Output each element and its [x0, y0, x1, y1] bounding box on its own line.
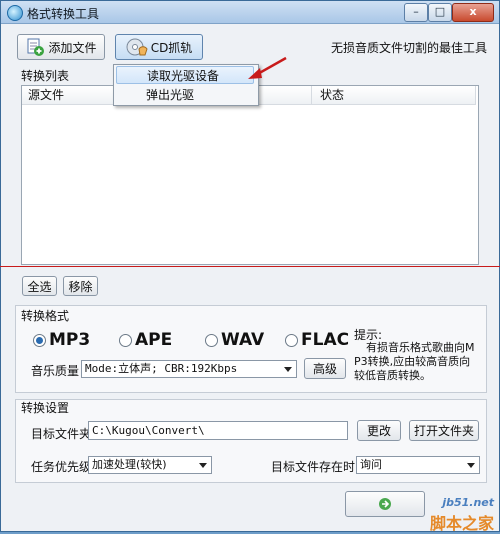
target-folder-input[interactable]: C:\Kugou\Convert\ — [88, 421, 348, 440]
settings-group-label: 转换设置 — [21, 401, 70, 415]
exists-label: 目标文件存在时 — [271, 460, 356, 474]
radio-ape[interactable] — [119, 334, 132, 347]
radio-ape-label[interactable]: APE — [135, 330, 172, 350]
watermark-domain: jb51.net — [442, 496, 494, 509]
priority-label: 任务优先级 — [31, 460, 92, 474]
menu-item-eject-drive[interactable]: 弹出光驱 — [116, 86, 254, 104]
cd-rip-label: CD抓轨 — [150, 40, 193, 55]
change-folder-button[interactable]: 更改 — [357, 420, 401, 441]
title-bar[interactable]: 格式转换工具 – □ x — [1, 1, 499, 24]
chevron-down-icon — [199, 463, 207, 468]
format-group-label: 转换格式 — [21, 309, 70, 323]
maximize-button[interactable]: □ — [428, 3, 452, 22]
remove-button[interactable]: 移除 — [63, 276, 98, 296]
convert-button[interactable] — [345, 491, 425, 517]
add-file-label: 添加文件 — [48, 40, 97, 55]
cd-rip-button[interactable]: CD抓轨 — [115, 34, 203, 60]
slogan-text: 无损音质文件切割的最佳工具 — [331, 41, 488, 55]
priority-select[interactable]: 加速处理(较快) — [88, 456, 212, 474]
quality-value: Mode:立体声; CBR:192Kbps — [85, 362, 238, 375]
exists-value: 询问 — [360, 458, 382, 471]
convert-icon — [379, 498, 391, 510]
annotation-arrow — [248, 56, 287, 79]
chevron-down-icon — [467, 463, 475, 468]
conversion-list[interactable]: 源文件 状态 — [21, 85, 479, 265]
chevron-down-icon — [284, 367, 292, 372]
list-group-label: 转换列表 — [21, 69, 70, 83]
add-file-button[interactable]: 添加文件 — [17, 34, 105, 60]
minimize-button[interactable]: – — [404, 3, 428, 22]
app-icon — [7, 5, 23, 21]
exists-select[interactable]: 询问 — [356, 456, 480, 474]
close-button[interactable]: x — [452, 3, 494, 22]
priority-value: 加速处理(较快) — [92, 458, 167, 471]
menu-item-read-drive[interactable]: 读取光驱设备 — [116, 66, 254, 84]
quality-label: 音乐质量 — [31, 364, 80, 378]
open-folder-button[interactable]: 打开文件夹 — [409, 420, 479, 441]
radio-wav-label[interactable]: WAV — [221, 330, 264, 350]
radio-wav[interactable] — [205, 334, 218, 347]
quality-select[interactable]: Mode:立体声; CBR:192Kbps — [81, 360, 297, 378]
annotation-red-line — [0, 266, 500, 267]
cd-disc-icon — [126, 38, 148, 56]
radio-flac[interactable] — [285, 334, 298, 347]
radio-mp3-label[interactable]: MP3 — [49, 330, 90, 350]
window-title: 格式转换工具 — [27, 7, 100, 21]
advanced-button[interactable]: 高级 — [304, 358, 346, 379]
radio-flac-label[interactable]: FLAC — [301, 330, 349, 350]
hint-text: 有损音乐格式歌曲向MP3转换,应由较高音质向较低音质转换。 — [354, 341, 475, 382]
target-folder-label: 目标文件夹 — [31, 427, 92, 441]
column-status[interactable]: 状态 — [312, 86, 476, 105]
watermark-brand: 脚本之家 — [429, 514, 494, 533]
add-file-icon — [27, 38, 45, 56]
radio-mp3[interactable] — [33, 334, 46, 347]
select-all-button[interactable]: 全选 — [22, 276, 57, 296]
